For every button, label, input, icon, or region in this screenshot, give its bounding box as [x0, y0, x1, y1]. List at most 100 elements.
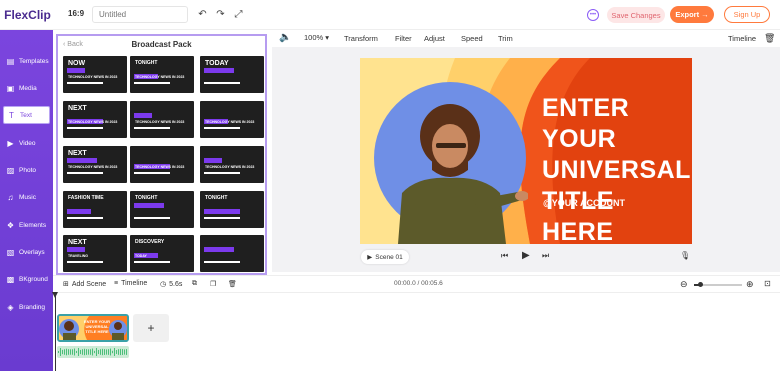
trim-button[interactable]: Trim [498, 34, 513, 43]
zoom-select[interactable]: 100% ▾ [304, 33, 329, 42]
zoom-value: 100% [304, 33, 324, 42]
template-thumbnail[interactable]: NEXT TECHNOLOGY NEWS IN 2023 [63, 101, 127, 138]
thumbnail-label: NEXT [68, 105, 87, 112]
audio-waveform [58, 348, 127, 356]
thumbnail-accent [67, 247, 85, 252]
template-thumbnail[interactable]: TECHNOLOGY NEWS IN 2023 [130, 101, 194, 138]
trash-icon[interactable]: 🗑 [228, 280, 237, 288]
split-icon[interactable]: ⧉ [192, 280, 197, 288]
clip-line-3: TITLE HERE [85, 329, 109, 334]
timeline-mode-button[interactable]: ≡ Timeline [114, 280, 147, 287]
thumbnail-line [134, 172, 170, 174]
sidebar-item-music[interactable]: ♫ Music [3, 188, 50, 206]
canvas-account-text[interactable]: @YOUR ACCOUNT [543, 198, 625, 208]
sidebar-item-text[interactable]: T Text [3, 106, 50, 124]
aspect-ratio-selector[interactable]: 16:9 [68, 9, 84, 18]
sidebar-item-label: Photo [19, 166, 36, 174]
sidebar-item-photo[interactable]: ▨ Photo [3, 161, 50, 179]
scene-clip[interactable]: ENTER YOUR UNIVERSAL TITLE HERE [57, 314, 129, 342]
sidebar-item-branding[interactable]: ◈ Branding [3, 298, 50, 316]
sidebar-item-elements[interactable]: ❖ Elements [3, 216, 50, 234]
template-thumbnail[interactable]: NEXT TRAVELING [63, 235, 127, 272]
sidebar-item-label: Text [20, 111, 32, 119]
clock-icon: ◷ [160, 281, 167, 288]
duplicate-icon[interactable]: ❐ [210, 280, 216, 288]
waveform-bar [96, 348, 97, 356]
sidebar-item-label: Templates [19, 57, 49, 65]
playhead[interactable] [55, 293, 56, 371]
template-thumbnail[interactable]: TONIGHT [200, 191, 264, 228]
flexclip-logo[interactable]: FlexClip [0, 0, 55, 30]
zoom-slider-handle[interactable] [698, 282, 703, 287]
zoom-in-icon[interactable]: ⊕ [746, 279, 754, 290]
waveform-bar [92, 348, 93, 356]
save-changes-button[interactable]: Save Changes [607, 7, 665, 23]
timeline-toggle-button[interactable]: Timeline [728, 34, 756, 43]
previous-icon[interactable]: ⏮ [501, 251, 508, 261]
play-triangle-icon: ▶ [367, 254, 373, 261]
zoom-out-icon[interactable]: ⊖ [680, 279, 688, 290]
waveform-bar [90, 349, 91, 355]
audio-track[interactable] [57, 346, 129, 358]
sidebar-item-templates[interactable]: ▤ Templates [3, 52, 50, 70]
duration-button[interactable]: ◷ 5.6s [160, 280, 182, 289]
fit-icon[interactable]: ⊡ [764, 279, 771, 288]
thumbnail-label: DISCOVERY [135, 239, 165, 245]
thumbnail-label: FASHION TIME [68, 195, 104, 201]
sidebar-item-label: Branding [19, 303, 46, 311]
waveform-bar [98, 349, 99, 355]
presenter-image [398, 104, 528, 244]
sidebar-item-overlays[interactable]: ▧ Overlays [3, 243, 50, 261]
add-scene-tile[interactable]: + [133, 314, 169, 342]
sign-up-button[interactable]: Sign Up [724, 6, 770, 23]
project-title-input[interactable] [92, 6, 188, 23]
speed-button[interactable]: Speed [461, 34, 483, 43]
undo-icon[interactable]: ↶ [196, 8, 209, 21]
photo-icon: ▨ [6, 165, 15, 175]
media-icon: ▣ [6, 83, 15, 93]
thumbnail-accent [134, 113, 152, 118]
thumbnail-accent [204, 68, 234, 73]
add-scene-label: Add Scene [71, 280, 107, 288]
elements-icon: ❖ [6, 220, 15, 230]
adjust-button[interactable]: Adjust [424, 34, 445, 43]
filter-button[interactable]: Filter [395, 34, 412, 43]
chat-icon[interactable]: ••• [587, 9, 599, 21]
template-thumbnail[interactable]: FASHION TIME [63, 191, 127, 228]
video-canvas[interactable]: ENTER YOUR UNIVERSAL TITLE HERE @YOUR AC… [360, 58, 692, 244]
fullscreen-icon[interactable]: ⤢ [232, 8, 245, 21]
template-thumbnail[interactable] [200, 235, 264, 272]
canvas-headline[interactable]: ENTER YOUR UNIVERSAL TITLE HERE [542, 93, 692, 244]
volume-icon[interactable]: 🔈 [279, 32, 291, 43]
redo-icon[interactable]: ↷ [214, 8, 227, 21]
play-icon[interactable]: ▶ [522, 250, 530, 261]
template-thumbnail[interactable]: DISCOVERY TODAY [130, 235, 194, 272]
scene-selector[interactable]: ▶ Scene 01 [361, 250, 409, 264]
thumbnail-line [204, 217, 240, 219]
delete-icon[interactable]: 🗑 [764, 33, 775, 44]
template-thumbnail[interactable]: NEXT TECHNOLOGY NEWS IN 2023 [63, 146, 127, 183]
template-thumbnail[interactable]: TONIGHT TECHNOLOGY NEWS IN 2023 [130, 56, 194, 93]
sidebar-item-video[interactable]: ▶ Video [3, 134, 50, 152]
template-thumbnail[interactable]: TECHNOLOGY NEWS IN 2023 [200, 101, 264, 138]
next-icon[interactable]: ⏭ [542, 251, 549, 261]
thumbnail-caption: TECHNOLOGY NEWS IN 2023 [68, 75, 118, 79]
background-icon: ▩ [6, 274, 15, 284]
sidebar-item-media[interactable]: ▣ Media [3, 79, 50, 97]
template-thumbnail[interactable]: TECHNOLOGY NEWS IN 2023 [200, 146, 264, 183]
template-thumbnail[interactable]: TECHNOLOGY NEWS IN 2023 [130, 146, 194, 183]
add-scene-button[interactable]: ⊞ Add Scene [63, 280, 107, 289]
waveform-bar [114, 348, 115, 356]
template-thumbnail[interactable]: TODAY [200, 56, 264, 93]
template-thumbnail[interactable]: TONIGHT [130, 191, 194, 228]
template-thumbnail[interactable]: NOW TECHNOLOGY NEWS IN 2023 [63, 56, 127, 93]
thumbnail-caption: TECHNOLOGY NEWS IN 2023 [135, 75, 185, 79]
clip-title: ENTER YOUR UNIVERSAL TITLE HERE [83, 319, 111, 334]
microphone-icon[interactable]: 🎙 [680, 251, 690, 260]
waveform-bar [86, 349, 87, 355]
thumbnail-line [67, 127, 103, 129]
scene-label: Scene 01 [375, 253, 403, 261]
transform-button[interactable]: Transform [344, 34, 378, 43]
sidebar-item-bkground[interactable]: ▩ BKground [3, 270, 50, 288]
export-button[interactable]: Export → [670, 6, 714, 23]
